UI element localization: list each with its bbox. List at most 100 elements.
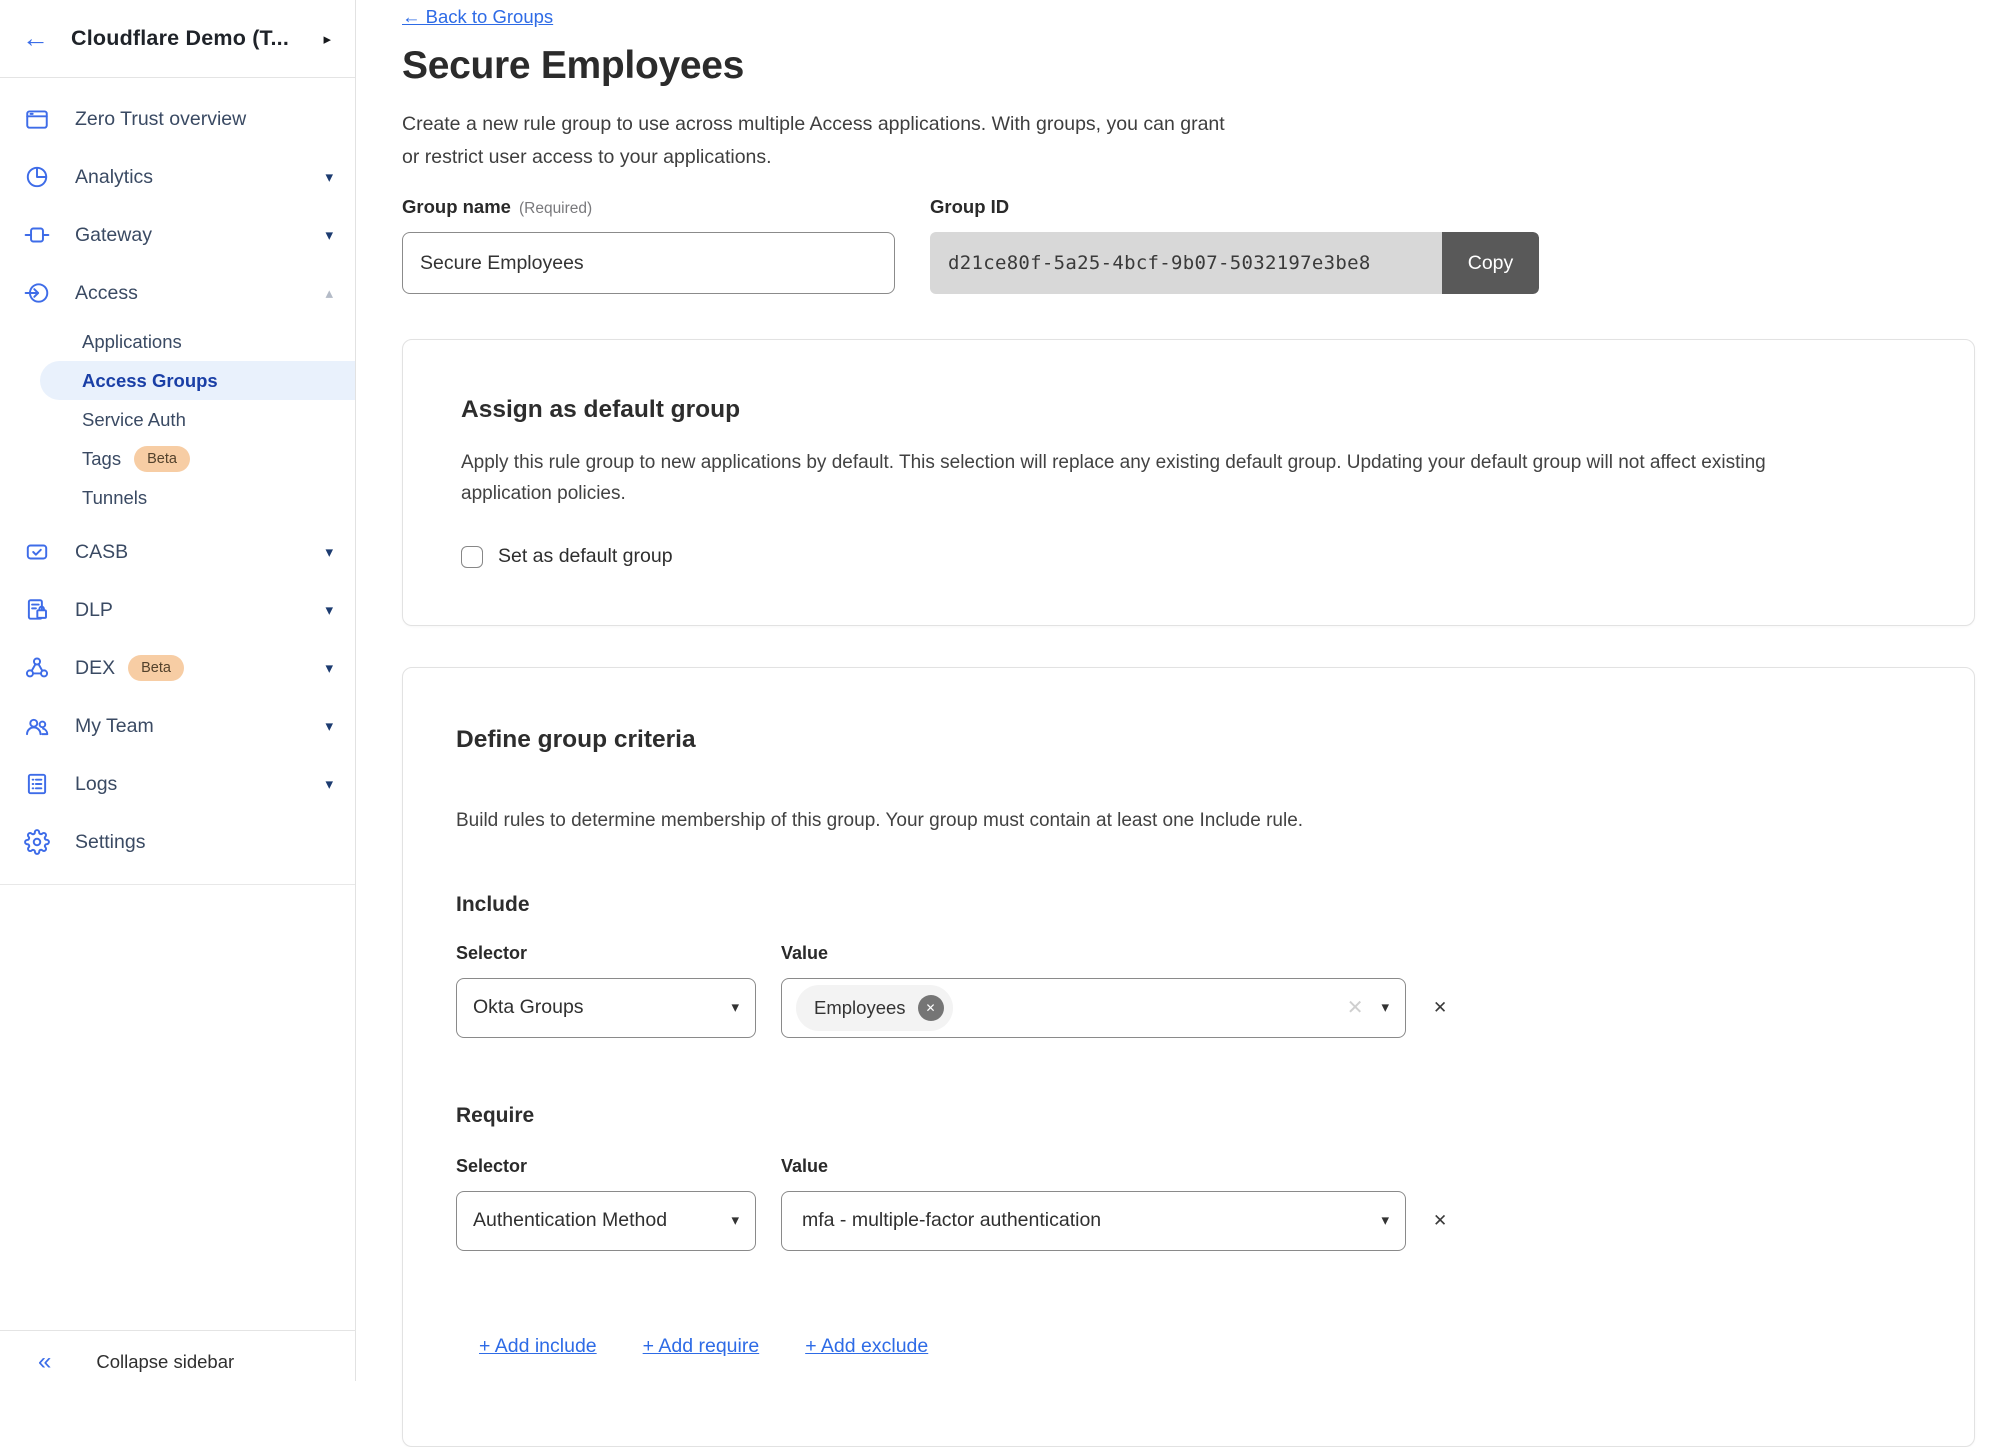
chevron-right-icon[interactable]: ▸ [323,30,331,48]
sidebar-header: ← Cloudflare Demo (T... ▸ [0,0,355,78]
collapse-sidebar-button[interactable]: « Collapse sidebar [0,1330,356,1390]
sidebar-item-analytics[interactable]: Analytics ▾ [0,148,355,206]
collapse-icon: « [38,1351,51,1373]
group-name-id-row: Group name(Required) Group ID d21ce80f-5… [402,196,1999,294]
sidebar-item-label: Access Groups [82,370,218,392]
add-require-link[interactable]: + Add require [643,1335,760,1358]
gateway-icon [24,222,50,248]
require-value: mfa - multiple-factor authentication [802,1209,1381,1232]
default-group-card-title: Assign as default group [461,396,1914,424]
sidebar-nav: Zero Trust overview Analytics ▾ Gateway … [0,78,355,885]
login-arrow-icon [24,280,50,306]
document-lock-icon [24,597,50,623]
require-rule-row: Authentication Method ▾ mfa - multiple-f… [456,1191,1914,1251]
people-icon [24,713,50,739]
sidebar-item-label: Tags [82,448,121,470]
pie-chart-icon [24,164,50,190]
sidebar-item-label: CASB [75,541,128,564]
chevron-down-icon[interactable]: ▾ [325,543,333,561]
dropdown-caret-icon: ▾ [1381,1000,1389,1015]
criteria-card-title: Define group criteria [456,726,1914,754]
dropdown-caret-icon: ▾ [1381,1213,1389,1228]
main-content: ← Back to Groups Secure Employees Create… [356,0,1999,1381]
sidebar-item-access-groups[interactable]: Access Groups [40,361,355,400]
sidebar-item-label: DLP [75,599,113,622]
sidebar: ← Cloudflare Demo (T... ▸ Zero Trust ove… [0,0,356,1381]
include-selector-label: Selector [456,943,756,964]
set-default-group-row[interactable]: Set as default group [461,545,1914,568]
criteria-card-description: Build rules to determine membership of t… [456,806,1914,837]
include-rule-row: Okta Groups ▾ Employees ✕ ✕ ▾ ✕ [456,978,1914,1038]
sidebar-item-label: Logs [75,773,117,796]
dropdown-caret-icon: ▾ [731,1213,739,1228]
chevron-down-icon[interactable]: ▾ [325,226,333,244]
sidebar-item-gateway[interactable]: Gateway ▾ [0,206,355,264]
back-arrow-icon[interactable]: ← [22,25,49,52]
sidebar-item-label: My Team [75,715,154,738]
sidebar-item-service-auth[interactable]: Service Auth [0,400,355,439]
sidebar-item-label: Analytics [75,166,153,189]
tag-remove-icon[interactable]: ✕ [918,995,944,1021]
require-section-label: Require [456,1104,1914,1128]
include-selector-dropdown[interactable]: Okta Groups ▾ [456,978,756,1038]
set-default-group-label: Set as default group [498,545,673,568]
page-title: Secure Employees [402,44,1999,88]
sidebar-item-label: DEX [75,657,115,680]
sidebar-item-access[interactable]: Access ▴ [0,264,355,322]
account-title[interactable]: Cloudflare Demo (T... [71,26,289,51]
beta-badge: Beta [134,446,190,472]
remove-include-rule-icon[interactable]: ✕ [1433,998,1447,1018]
chevron-down-icon[interactable]: ▾ [325,659,333,677]
add-rule-links: + Add include + Add require + Add exclud… [456,1335,1914,1358]
add-include-link[interactable]: + Add include [479,1335,597,1358]
dropdown-caret-icon: ▾ [731,1000,739,1015]
criteria-card: Define group criteria Build rules to det… [402,667,1975,1447]
include-section-label: Include [456,893,1914,917]
set-default-group-checkbox[interactable] [461,546,483,568]
collapse-label: Collapse sidebar [96,1351,234,1373]
sidebar-item-applications[interactable]: Applications [0,322,355,361]
chevron-up-icon[interactable]: ▴ [325,284,333,302]
sidebar-item-label: Service Auth [82,409,186,431]
clear-values-icon[interactable]: ✕ [1347,995,1364,1020]
sidebar-item-settings[interactable]: Settings [0,813,355,871]
value-tag-label: Employees [814,997,906,1019]
sidebar-item-logs[interactable]: Logs ▾ [0,755,355,813]
back-to-groups-link[interactable]: ← Back to Groups [402,6,553,28]
sidebar-item-label: Zero Trust overview [75,108,246,131]
sidebar-item-dex[interactable]: DEX Beta ▾ [0,639,355,697]
require-value-dropdown[interactable]: mfa - multiple-factor authentication ▾ [781,1191,1406,1251]
gear-icon [24,829,50,855]
chevron-down-icon[interactable]: ▾ [325,717,333,735]
group-id-value: d21ce80f-5a25-4bcf-9b07-5032197e3be8 [930,232,1442,294]
sidebar-item-my-team[interactable]: My Team ▾ [0,697,355,755]
sidebar-item-tunnels[interactable]: Tunnels [0,478,355,517]
sidebar-item-label: Settings [75,831,145,854]
group-name-input[interactable] [402,232,895,294]
log-list-icon [24,771,50,797]
sidebar-divider [0,884,355,885]
include-value-multiselect[interactable]: Employees ✕ ✕ ▾ [781,978,1406,1038]
sidebar-item-dlp[interactable]: DLP ▾ [0,581,355,639]
sidebar-item-zero-trust-overview[interactable]: Zero Trust overview [0,90,355,148]
include-value-label: Value [781,943,1406,964]
browser-window-icon [24,106,50,132]
require-selector-dropdown[interactable]: Authentication Method ▾ [456,1191,756,1251]
require-selector-label: Selector [456,1156,756,1177]
required-hint: (Required) [519,200,592,217]
group-id-label: Group ID [930,196,1539,218]
sidebar-item-tags[interactable]: Tags Beta [0,439,355,478]
add-exclude-link[interactable]: + Add exclude [805,1335,928,1358]
chevron-down-icon[interactable]: ▾ [325,168,333,186]
remove-require-rule-icon[interactable]: ✕ [1433,1211,1447,1231]
sidebar-item-label: Access [75,282,138,305]
beta-badge: Beta [128,655,184,681]
group-name-label: Group name(Required) [402,196,895,218]
include-selector-value: Okta Groups [473,996,584,1019]
value-tag: Employees ✕ [796,985,953,1031]
copy-button[interactable]: Copy [1442,232,1539,294]
default-group-card-description: Apply this rule group to new application… [461,448,1914,509]
chevron-down-icon[interactable]: ▾ [325,601,333,619]
chevron-down-icon[interactable]: ▾ [325,775,333,793]
sidebar-item-casb[interactable]: CASB ▾ [0,523,355,581]
